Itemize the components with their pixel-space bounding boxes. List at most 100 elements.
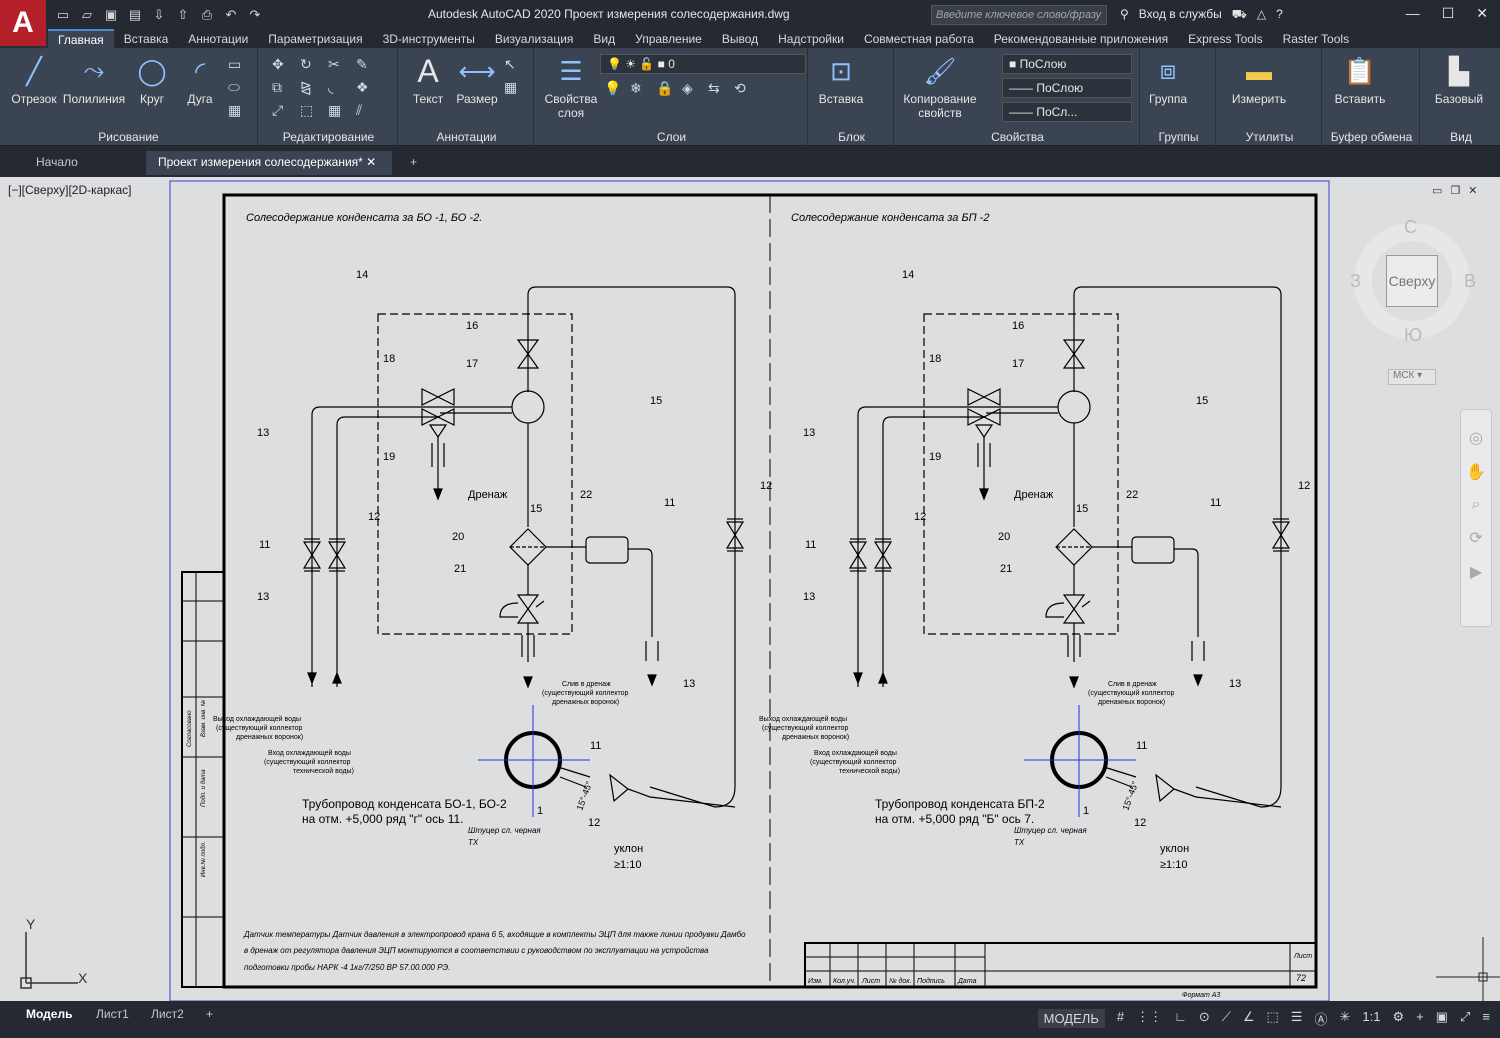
add-layout-button[interactable]: + bbox=[206, 1007, 213, 1021]
new-tab-button[interactable]: + bbox=[398, 151, 429, 175]
layer-prev-icon[interactable]: ⟲ bbox=[734, 80, 754, 97]
dimension-button[interactable]: ⟷ Размер bbox=[452, 54, 502, 107]
save-icon[interactable]: ▣ bbox=[102, 6, 120, 24]
isodraft-icon[interactable]: ⟋ bbox=[1222, 1009, 1231, 1028]
vp-close-icon[interactable]: ✕ bbox=[1468, 184, 1477, 197]
base-view-button[interactable]: ▙ Базовый bbox=[1426, 54, 1492, 107]
vp-restore-icon[interactable]: ❐ bbox=[1450, 184, 1460, 197]
osnap-icon[interactable]: ⬚ bbox=[1267, 1009, 1279, 1028]
measure-button[interactable]: ▬ Измерить bbox=[1224, 54, 1294, 107]
panel-groups-title[interactable]: Группы bbox=[1142, 130, 1215, 144]
tab-current-drawing[interactable]: Проект измерения солесодержания* ✕ bbox=[146, 151, 392, 175]
snap-icon[interactable]: ⋮⋮ bbox=[1136, 1009, 1162, 1028]
plus-icon[interactable]: + bbox=[1416, 1009, 1424, 1028]
web-open-icon[interactable]: ⇩ bbox=[150, 6, 168, 24]
tab-express-tools[interactable]: Express Tools bbox=[1178, 30, 1272, 48]
vp-minimize-icon[interactable]: ▭ bbox=[1432, 184, 1442, 197]
panel-annotation-title[interactable]: Аннотации bbox=[400, 130, 533, 144]
match-properties-button[interactable]: 🖌 Копирование свойств bbox=[900, 54, 980, 121]
maximize-icon[interactable]: ☐ bbox=[1442, 5, 1455, 22]
layer-select[interactable]: 💡 ☀ 🔓 ■ 0 bbox=[600, 54, 806, 74]
rectangle-icon[interactable]: ▭ bbox=[228, 56, 248, 73]
explode-icon[interactable]: ❖ bbox=[356, 79, 378, 96]
plot-icon[interactable]: ⎙ bbox=[198, 6, 216, 24]
saveas-icon[interactable]: ▤ bbox=[126, 6, 144, 24]
arc-button[interactable]: ◜ Дуга bbox=[180, 54, 220, 107]
layer-iso-icon[interactable]: ◈ bbox=[682, 80, 702, 97]
layer-freeze-icon[interactable]: ❄ bbox=[630, 80, 650, 97]
leader-icon[interactable]: ↖ bbox=[504, 56, 524, 73]
zoom-icon[interactable]: ⌕ bbox=[1472, 496, 1481, 514]
copy-icon[interactable]: ⧉ bbox=[272, 79, 294, 96]
drawing-canvas[interactable]: [−][Сверху][2D-каркас] Изм. Кол.уч. Лист… bbox=[0, 177, 1500, 1001]
tab-annotate[interactable]: Аннотации bbox=[178, 30, 258, 48]
layer-on-icon[interactable]: 💡 bbox=[604, 80, 624, 97]
viewcube-east[interactable]: В bbox=[1464, 271, 1476, 292]
panel-block-title[interactable]: Блок bbox=[810, 130, 893, 144]
fillet-icon[interactable]: ◟ bbox=[328, 79, 350, 96]
steering-wheel-icon[interactable]: ◎ bbox=[1469, 428, 1483, 448]
gear-icon[interactable]: ⚙ bbox=[1392, 1009, 1404, 1028]
tab-home[interactable]: Главная bbox=[48, 29, 114, 49]
polyline-button[interactable]: ⤳ Полилиния bbox=[60, 54, 128, 106]
minimize-icon[interactable]: — bbox=[1406, 5, 1420, 22]
polar-icon[interactable]: ⊙ bbox=[1199, 1009, 1210, 1028]
line-button[interactable]: ╱ Отрезок bbox=[8, 54, 60, 107]
viewcube-face-top[interactable]: Сверху bbox=[1386, 255, 1438, 307]
tab-output[interactable]: Вывод bbox=[712, 30, 768, 48]
osnap-tracking-icon[interactable]: ∠ bbox=[1243, 1009, 1255, 1028]
autoscale-icon[interactable]: ✳ bbox=[1339, 1009, 1350, 1028]
web-save-icon[interactable]: ⇧ bbox=[174, 6, 192, 24]
group-button[interactable]: ⧈ Группа bbox=[1144, 54, 1192, 106]
erase-icon[interactable]: ✎ bbox=[356, 56, 378, 73]
tab-featured-apps[interactable]: Рекомендованные приложения bbox=[984, 30, 1178, 48]
mirror-icon[interactable]: ⧎ bbox=[300, 79, 322, 96]
panel-layers-title[interactable]: Слои bbox=[536, 130, 807, 144]
redo-icon[interactable]: ↷ bbox=[246, 6, 264, 24]
circle-button[interactable]: ◯ Круг bbox=[132, 54, 172, 107]
model-space-toggle[interactable]: МОДЕЛЬ bbox=[1037, 1009, 1105, 1028]
tab-addins[interactable]: Надстройки bbox=[768, 30, 854, 48]
pan-icon[interactable]: ✋ bbox=[1466, 462, 1486, 482]
showmotion-icon[interactable]: ▶ bbox=[1470, 562, 1482, 582]
customize-icon[interactable]: ≡ bbox=[1482, 1009, 1490, 1028]
tab-3d-tools[interactable]: 3D-инструменты bbox=[373, 30, 485, 48]
text-button[interactable]: A Текст bbox=[406, 53, 450, 107]
undo-icon[interactable]: ↶ bbox=[222, 6, 240, 24]
table-icon[interactable]: ▦ bbox=[504, 79, 524, 96]
autocad-logo-icon[interactable]: A bbox=[0, 0, 46, 46]
paste-button[interactable]: 📋 Вставить bbox=[1328, 54, 1392, 107]
wcs-menu[interactable]: МСК ▾ bbox=[1388, 369, 1436, 385]
tab-insert[interactable]: Вставка bbox=[114, 30, 179, 48]
panel-properties-title[interactable]: Свойства bbox=[896, 130, 1139, 144]
panel-draw-title[interactable]: Рисование bbox=[0, 130, 257, 144]
scale-icon[interactable]: ⬚ bbox=[300, 102, 322, 119]
rotate-icon[interactable]: ↻ bbox=[300, 56, 322, 73]
hatch-icon[interactable]: ▦ bbox=[228, 102, 248, 119]
array-icon[interactable]: ▦ bbox=[328, 102, 350, 119]
new-icon[interactable]: ▭ bbox=[54, 6, 72, 24]
signin-button[interactable]: Вход в службы bbox=[1139, 7, 1222, 23]
tab-start[interactable]: Начало bbox=[24, 151, 90, 175]
panel-clipboard-title[interactable]: Буфер обмена bbox=[1324, 130, 1419, 144]
search-input[interactable]: Введите ключевое слово/фразу bbox=[931, 5, 1107, 25]
clean-screen-icon[interactable]: ⤢ bbox=[1460, 1009, 1470, 1028]
tab-visualize[interactable]: Визуализация bbox=[485, 30, 584, 48]
orbit-icon[interactable]: ⟳ bbox=[1469, 528, 1482, 548]
lineweight-icon[interactable]: ☰ bbox=[1291, 1009, 1303, 1028]
panel-utilities-title[interactable]: Утилиты bbox=[1218, 130, 1321, 144]
offset-icon[interactable]: ⫽ bbox=[356, 102, 378, 119]
open-icon[interactable]: ▱ bbox=[78, 6, 96, 24]
stretch-icon[interactable]: ⤢ bbox=[272, 102, 294, 119]
linetype-select[interactable]: —— ПоСлою bbox=[1002, 78, 1132, 98]
tab-collaborate[interactable]: Совместная работа bbox=[854, 30, 984, 48]
close-tab-icon[interactable]: ✕ bbox=[366, 155, 376, 169]
layer-lock-icon[interactable]: 🔒 bbox=[656, 80, 676, 97]
tab-parametric[interactable]: Параметризация bbox=[258, 30, 372, 48]
layout-tab-model[interactable]: Модель bbox=[26, 1007, 72, 1021]
insert-block-button[interactable]: ⊡ Вставка bbox=[816, 54, 866, 107]
trim-icon[interactable]: ✂ bbox=[328, 56, 350, 73]
viewcube-north[interactable]: С bbox=[1404, 217, 1417, 238]
tab-manage[interactable]: Управление bbox=[625, 30, 712, 48]
hardware-accel-icon[interactable]: ▣ bbox=[1436, 1009, 1448, 1028]
